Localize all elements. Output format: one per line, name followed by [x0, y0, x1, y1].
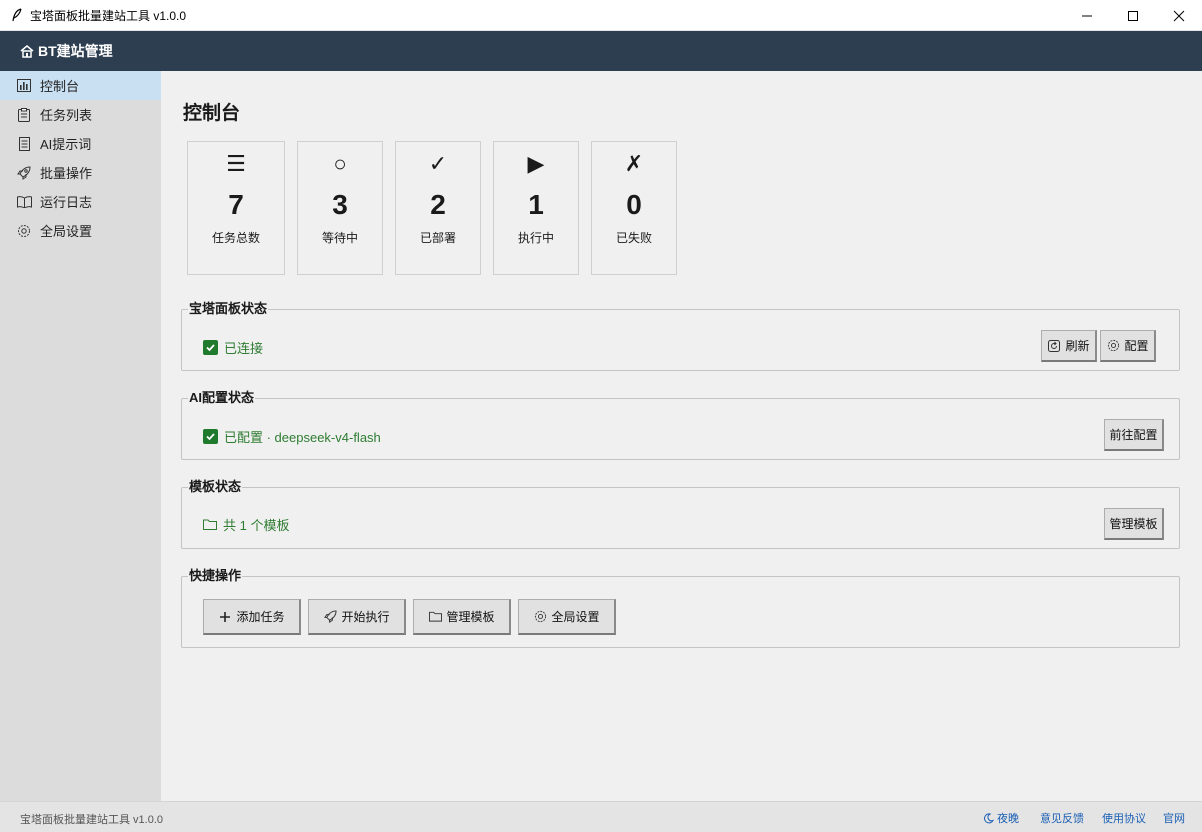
moon-icon	[983, 812, 994, 824]
document-icon	[16, 136, 32, 152]
feedback-link[interactable]: 意见反馈	[1040, 810, 1084, 826]
agreement-link[interactable]: 使用协议	[1102, 810, 1146, 826]
global-settings-button[interactable]: 全局设置	[518, 599, 616, 635]
rocket-icon	[16, 165, 32, 181]
sidebar-item-label: 控制台	[40, 79, 80, 94]
panel-status-group: 宝塔面板状态 已连接 刷新 配置	[181, 301, 1180, 371]
sidebar-item-label: 批量操作	[40, 166, 93, 181]
night-mode-label: 夜晚	[997, 813, 1019, 825]
status-text: 已配置 · deepseek-v4-flash	[224, 430, 381, 445]
quick-manage-templates-button[interactable]: 管理模板	[413, 599, 511, 635]
checkbox-icon	[203, 429, 218, 444]
window-title: 宝塔面板批量建站工具 v1.0.0	[30, 8, 187, 23]
stat-label: 任务总数	[211, 231, 260, 245]
page-title: 控制台	[183, 103, 241, 124]
checkbox-icon	[203, 340, 218, 355]
goto-config-label: 前往配置	[1109, 428, 1158, 442]
stat-label: 已失败	[615, 231, 652, 245]
night-mode-link[interactable]: 夜晚	[983, 810, 1019, 826]
window-titlebar: 宝塔面板批量建站工具 v1.0.0	[0, 0, 1202, 31]
manage-templates-button[interactable]: 管理模板	[1104, 508, 1164, 540]
template-count-status: 共 1 个模板	[203, 515, 289, 534]
sidebar-item-label: AI提示词	[40, 137, 92, 152]
maximize-button[interactable]	[1110, 0, 1156, 31]
circle-icon: ○	[333, 151, 347, 176]
gear-icon	[1106, 339, 1120, 353]
app-brand: BT建站管理	[38, 43, 113, 59]
list-icon: ☰	[226, 151, 246, 176]
add-task-button[interactable]: 添加任务	[203, 599, 301, 635]
stat-card-waiting: ○ 3 等待中	[297, 141, 383, 275]
sidebar-item-batch[interactable]: 批量操作	[0, 158, 161, 187]
version-text: 宝塔面板批量建站工具 v1.0.0	[20, 814, 164, 826]
goto-config-button[interactable]: 前往配置	[1104, 419, 1164, 451]
sidebar-item-logs[interactable]: 运行日志	[0, 187, 161, 216]
group-title: 宝塔面板状态	[188, 301, 269, 317]
sidebar-item-label: 任务列表	[40, 108, 93, 123]
cross-icon: ✗	[624, 151, 644, 176]
stat-card-total: ☰ 7 任务总数	[187, 141, 285, 275]
status-text: 共 1 个模板	[223, 518, 290, 533]
close-button[interactable]	[1156, 0, 1202, 31]
clipboard-icon	[16, 107, 32, 123]
stat-label: 等待中	[321, 231, 358, 245]
chart-icon	[16, 78, 32, 94]
minimize-button[interactable]	[1064, 0, 1110, 31]
refresh-icon	[1047, 339, 1061, 353]
stat-label: 执行中	[517, 231, 554, 245]
start-execution-label: 开始执行	[341, 610, 390, 624]
sidebar: 控制台 任务列表 AI提示词 批量操作 运行日志 全局设置	[0, 71, 161, 801]
group-title: 模板状态	[188, 479, 243, 495]
sidebar-item-label: 全局设置	[40, 224, 93, 239]
refresh-label: 刷新	[1065, 339, 1090, 353]
sidebar-item-ai-prompts[interactable]: AI提示词	[0, 129, 161, 158]
group-title: 快捷操作	[188, 568, 243, 584]
global-settings-label: 全局设置	[551, 610, 600, 624]
stat-value: 2	[430, 189, 446, 220]
stat-label: 已部署	[419, 231, 456, 245]
quick-actions-group: 快捷操作 添加任务 开始执行 管理模板 全局设置	[181, 568, 1180, 648]
config-button[interactable]: 配置	[1100, 330, 1156, 362]
play-icon: ▶	[527, 151, 545, 176]
add-task-label: 添加任务	[236, 610, 285, 624]
stat-value: 0	[626, 189, 642, 220]
sidebar-item-tasks[interactable]: 任务列表	[0, 100, 161, 129]
folder-icon	[203, 519, 217, 530]
manage-templates-label: 管理模板	[1109, 517, 1158, 531]
home-icon	[20, 44, 34, 58]
stat-value: 3	[332, 189, 348, 220]
status-text: 已连接	[224, 341, 264, 356]
sidebar-item-label: 运行日志	[40, 195, 93, 210]
main-content: 控制台 ☰ 7 任务总数 ○ 3 等待中 ✓ 2 已部署 ▶ 1 执行中 ✗ 0…	[161, 71, 1202, 801]
status-bar: 宝塔面板批量建站工具 v1.0.0 夜晚 意见反馈 使用协议 官网	[0, 801, 1202, 832]
ai-status-group: AI配置状态 已配置 · deepseek-v4-flash 前往配置	[181, 390, 1180, 460]
refresh-button[interactable]: 刷新	[1041, 330, 1097, 362]
app-header: BT建站管理	[0, 31, 1202, 71]
group-title: AI配置状态	[188, 390, 256, 406]
feather-icon	[10, 7, 24, 23]
rocket-icon	[323, 610, 337, 624]
gear-icon	[533, 610, 547, 624]
manage-templates-label: 管理模板	[446, 610, 495, 624]
ai-config-status: 已配置 · deepseek-v4-flash	[203, 427, 381, 446]
stat-card-deployed: ✓ 2 已部署	[395, 141, 481, 275]
stat-card-failed: ✗ 0 已失败	[591, 141, 677, 275]
start-execution-button[interactable]: 开始执行	[308, 599, 406, 635]
stat-value: 1	[528, 189, 544, 220]
stat-value: 7	[228, 189, 244, 220]
folder-icon	[428, 610, 442, 624]
plus-icon	[218, 610, 232, 624]
sidebar-item-dashboard[interactable]: 控制台	[0, 71, 161, 100]
gear-icon	[16, 223, 32, 239]
check-icon: ✓	[428, 151, 448, 176]
template-status-group: 模板状态 共 1 个模板 管理模板	[181, 479, 1180, 549]
config-label: 配置	[1124, 339, 1149, 353]
book-icon	[16, 194, 32, 210]
stat-card-running: ▶ 1 执行中	[493, 141, 579, 275]
sidebar-item-settings[interactable]: 全局设置	[0, 216, 161, 245]
connection-status: 已连接	[203, 338, 263, 357]
website-link[interactable]: 官网	[1163, 810, 1185, 826]
